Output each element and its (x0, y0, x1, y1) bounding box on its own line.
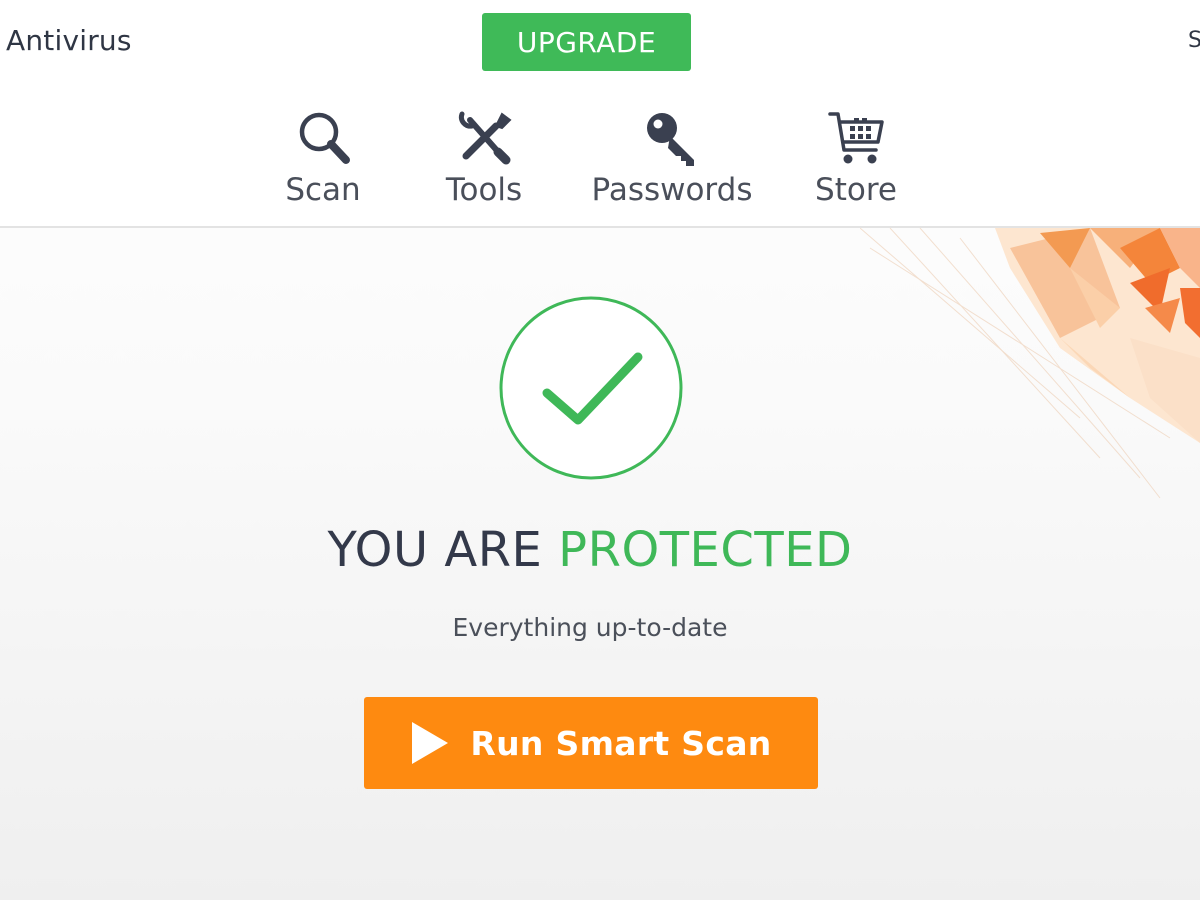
nav-item-passwords[interactable]: Passwords (590, 106, 754, 216)
magnifier-icon (299, 112, 350, 164)
protection-status-title: YOU ARE PROTECTED (0, 522, 1180, 578)
top-bar: Antivirus UPGRADE S Scan Tools Passwords… (0, 0, 1200, 228)
app-title: Antivirus (6, 24, 132, 57)
protected-status-icon (499, 296, 683, 480)
status-title-prefix: YOU ARE (327, 522, 543, 578)
nav-label-passwords: Passwords (591, 172, 753, 208)
play-icon (412, 722, 449, 764)
nav-label-scan: Scan (285, 172, 361, 208)
status-title-highlight: PROTECTED (558, 522, 853, 578)
nav-item-scan[interactable]: Scan (285, 106, 361, 216)
cropped-header-text: S (1188, 28, 1200, 53)
upgrade-button[interactable]: UPGRADE (482, 13, 691, 71)
key-icon (647, 113, 694, 166)
run-smart-scan-button[interactable]: Run Smart Scan (364, 697, 818, 789)
shopping-cart-icon (828, 112, 884, 164)
nav-label-store: Store (815, 172, 897, 208)
status-subtitle: Everything up-to-date (452, 613, 728, 642)
wrench-screwdriver-icon (458, 111, 512, 165)
nav-item-tools[interactable]: Tools (443, 106, 525, 216)
nav-item-store[interactable]: Store (815, 106, 897, 216)
run-smart-scan-label: Run Smart Scan (470, 723, 772, 763)
decorative-polygon-art (860, 228, 1200, 499)
nav-label-tools: Tools (445, 172, 523, 208)
